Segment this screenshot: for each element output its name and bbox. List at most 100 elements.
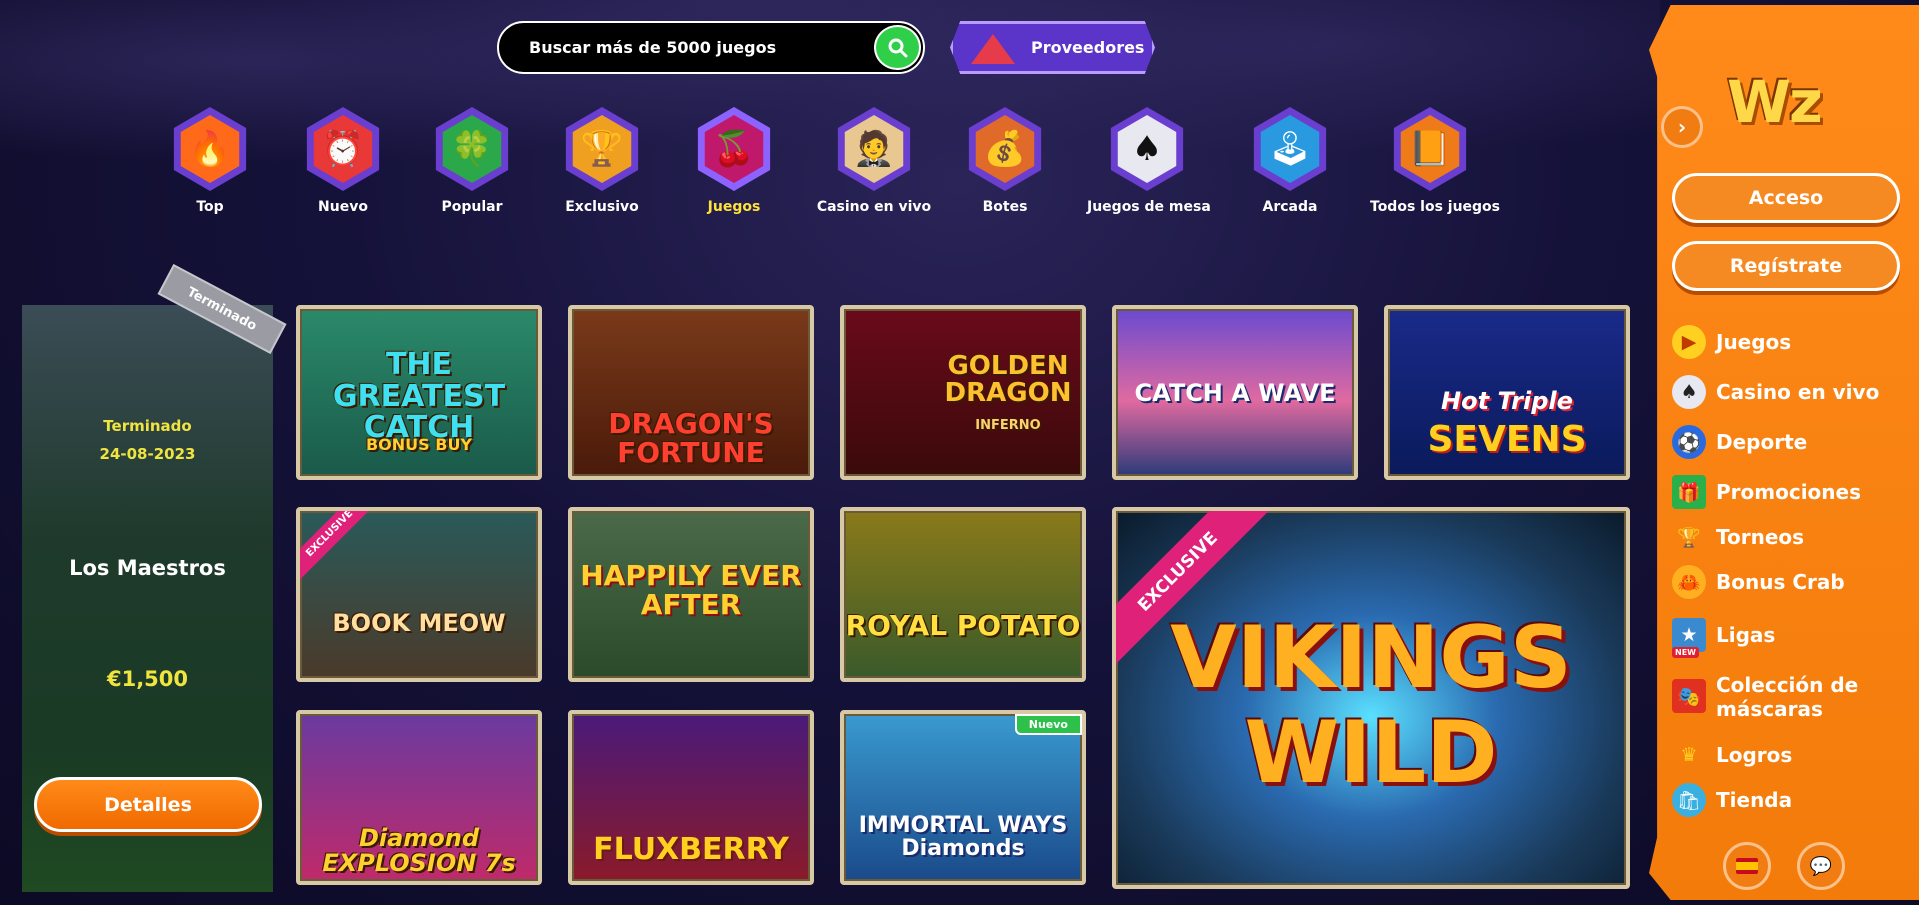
chat-bubble-icon: 💬 <box>1809 855 1833 877</box>
sidebar-item-label: Deporte <box>1716 430 1808 454</box>
all-games-book-icon: 📙 <box>1400 115 1460 183</box>
crown-icon: ♛ <box>1680 744 1698 766</box>
sidebar-item-bonus-crab[interactable]: 🦀 Bonus Crab <box>1672 565 1845 599</box>
game-title: FLUXBERRY <box>593 832 789 867</box>
trophy-icon: 🏆 <box>1677 526 1701 549</box>
game-tile-featured[interactable]: EXCLUSIVE VIKINGS WILD <box>1112 507 1630 889</box>
sidebar-item-promociones[interactable]: 🎁 Promociones <box>1672 475 1861 509</box>
category-juegos-de-mesa[interactable]: ♠ Juegos de mesa <box>1087 107 1211 215</box>
soccer-ball-icon: ⚽ <box>1672 425 1706 459</box>
sidebar-item-logros[interactable]: ♛ Logros <box>1672 738 1792 772</box>
register-button[interactable]: Regístrate <box>1672 241 1900 291</box>
mask-card-icon: 🎭 <box>1672 679 1706 713</box>
game-title: ROYAL POTATO <box>845 609 1081 642</box>
poker-chip-icon: ♠ <box>1672 375 1706 409</box>
tournament-date: 24-08-2023 <box>99 445 196 463</box>
category-label: Botes <box>982 199 1028 215</box>
joystick-icon: 🕹 <box>1260 115 1320 183</box>
game-tile[interactable]: GOLDEN DRAGON INFERNO <box>840 305 1086 480</box>
sidebar-item-deporte[interactable]: ⚽ Deporte <box>1672 425 1807 459</box>
dealer-icon: 🤵 <box>844 115 904 183</box>
category-bar: 🔥 Top ⏰ Nuevo 🍀 Popular 🏆 Exclusivo 🍒 Ju… <box>150 107 1530 227</box>
sidebar-item-torneos[interactable]: 🏆 Torneos <box>1672 520 1804 554</box>
category-label: Todos los juegos <box>1370 199 1501 215</box>
new-badge: Nuevo <box>1014 714 1082 735</box>
gift-icon: 🎁 <box>1672 475 1706 509</box>
sidebar-item-label: Torneos <box>1716 525 1805 549</box>
game-tile[interactable]: ROYAL POTATO <box>840 507 1086 682</box>
sidebar-item-label: Tienda <box>1716 788 1793 812</box>
category-top[interactable]: 🔥 Top <box>150 107 270 215</box>
sidebar-collapse-button[interactable]: › <box>1661 106 1703 148</box>
sidebar-item-label: Bonus Crab <box>1716 570 1845 594</box>
sidebar-item-label: Juegos <box>1716 330 1792 354</box>
providers-icon <box>971 34 1015 64</box>
category-label: Arcada <box>1262 199 1318 215</box>
category-label: Top <box>196 199 224 215</box>
search-button[interactable] <box>874 25 921 70</box>
tournament-status: Terminado <box>103 417 192 435</box>
language-selector[interactable] <box>1723 842 1771 890</box>
tournament-prize: €1,500 <box>106 667 189 691</box>
login-button[interactable]: Acceso <box>1672 173 1900 223</box>
game-title: VIKINGS WILD <box>1170 608 1572 803</box>
game-tile[interactable]: HAPPILY EVER AFTER <box>568 507 814 682</box>
trophy-icon: 🏆 <box>572 115 632 183</box>
brand-logo[interactable]: Wz <box>1727 68 1823 136</box>
alarm-clock-icon: ⏰ <box>313 115 373 183</box>
category-botes[interactable]: 💰 Botes <box>945 107 1065 215</box>
game-tile[interactable]: FLUXBERRY <box>568 710 814 885</box>
live-chat-button[interactable]: 💬 <box>1797 842 1845 890</box>
game-title: CATCH A WAVE <box>1134 379 1336 407</box>
game-tile[interactable]: THE GREATEST CATCH BONUS BUY <box>296 305 542 480</box>
play-icon: ▶ <box>1672 325 1706 359</box>
playing-card-icon: ♠ <box>1117 115 1177 183</box>
tournament-details-button[interactable]: Detalles <box>34 777 262 832</box>
category-popular[interactable]: 🍀 Popular <box>412 107 532 215</box>
providers-label: Proveedores <box>1031 38 1145 57</box>
game-subtitle: BONUS BUY <box>365 435 473 454</box>
chevron-right-icon: › <box>1677 115 1687 139</box>
sidebar-item-coleccion-de-mascaras[interactable]: 🎭 Colección de máscaras <box>1672 673 1876 721</box>
category-exclusivo[interactable]: 🏆 Exclusivo <box>542 107 662 215</box>
leagues-icon: ★ NEW <box>1672 618 1706 658</box>
game-tile[interactable]: Nuevo IMMORTAL WAYS Diamonds <box>840 710 1086 885</box>
spain-flag-icon <box>1736 858 1758 874</box>
game-tile[interactable]: Hot Triple SEVENS <box>1384 305 1630 480</box>
sidebar-item-tienda[interactable]: 🛍 Tienda <box>1672 783 1792 817</box>
category-casino-en-vivo[interactable]: 🤵 Casino en vivo <box>814 107 934 215</box>
game-subtitle: INFERNO <box>975 418 1041 433</box>
providers-button[interactable]: Proveedores <box>950 21 1155 74</box>
game-tile[interactable]: CATCH A WAVE <box>1112 305 1358 480</box>
category-label: Popular <box>441 199 503 215</box>
sidebar-item-casino-en-vivo[interactable]: ♠ Casino en vivo <box>1672 375 1879 409</box>
category-nuevo[interactable]: ⏰ Nuevo <box>283 107 403 215</box>
game-title: Diamond EXPLOSION 7s <box>322 824 516 878</box>
crab-icon: 🦀 <box>1672 565 1706 599</box>
game-tile[interactable]: DRAGON'S FORTUNE <box>568 305 814 480</box>
flame-icon: 🔥 <box>180 115 240 183</box>
category-todos-los-juegos[interactable]: 📙 Todos los juegos <box>1370 107 1501 215</box>
game-tile[interactable]: Diamond EXPLOSION 7s <box>296 710 542 885</box>
category-arcada[interactable]: 🕹 Arcada <box>1230 107 1350 215</box>
cherries-icon: 🍒 <box>704 115 764 183</box>
new-badge: NEW <box>1672 647 1699 658</box>
game-title: IMMORTAL WAYS Diamonds <box>858 813 1068 862</box>
sidebar-item-label: Promociones <box>1716 480 1861 504</box>
game-title: HAPPILY EVER AFTER <box>580 559 802 622</box>
sidebar-item-label: Casino en vivo <box>1716 380 1880 404</box>
sidebar-item-ligas[interactable]: ★ NEW Ligas <box>1672 618 1776 658</box>
game-subtitle: SEVENS <box>1427 419 1587 460</box>
shop-icon: 🛍 <box>1672 783 1706 817</box>
game-tile[interactable]: EXCLUSIVE BOOK MEOW <box>296 507 542 682</box>
game-title: THE GREATEST CATCH <box>332 347 506 445</box>
exclusive-tag: EXCLUSIVE <box>300 511 381 585</box>
game-title: DRAGON'S FORTUNE <box>608 407 774 470</box>
sidebar-item-label: Logros <box>1716 743 1793 767</box>
sidebar-item-juegos[interactable]: ▶ Juegos <box>1672 325 1791 359</box>
category-label: Juegos de mesa <box>1087 199 1211 215</box>
search-bar[interactable] <box>497 21 925 74</box>
search-input[interactable] <box>529 38 859 57</box>
sidebar-item-label: Ligas <box>1716 623 1776 647</box>
category-juegos[interactable]: 🍒 Juegos <box>674 107 794 215</box>
